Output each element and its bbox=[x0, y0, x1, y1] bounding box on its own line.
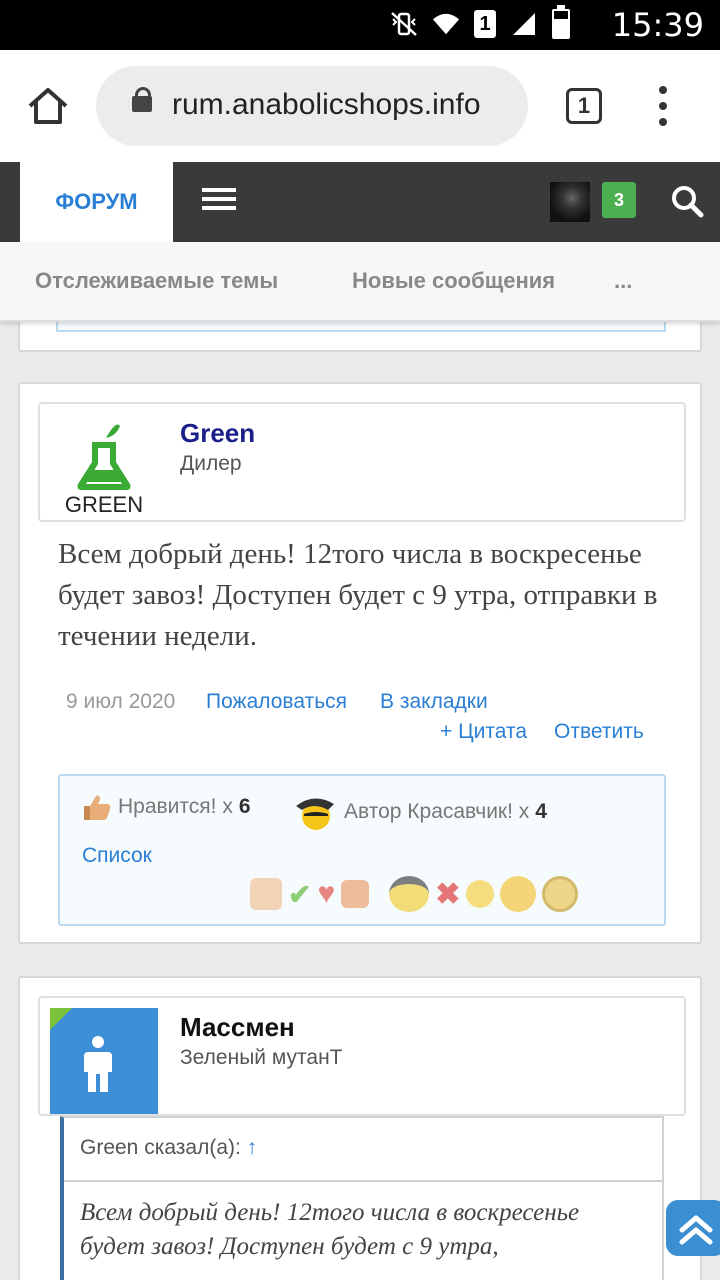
search-icon[interactable] bbox=[670, 184, 704, 218]
quote-source-link[interactable]: ↑ bbox=[247, 1136, 258, 1159]
subnav-new-posts[interactable]: Новые сообщения bbox=[352, 268, 555, 294]
quote-header: Green сказал(а): ↑ bbox=[64, 1118, 662, 1182]
checkmark-icon[interactable]: ✔ bbox=[288, 878, 311, 911]
author-box: GREEN Green Дилер bbox=[38, 402, 686, 522]
site-navbar: ФОРУМ 3 bbox=[0, 162, 720, 242]
author-box: Массмен Зеленый мутанТ bbox=[38, 996, 686, 1116]
avatar-logo-text: GREEN bbox=[65, 492, 143, 517]
sub-navbar: Отслеживаемые темы Новые сообщения ... bbox=[0, 242, 720, 322]
thumbs-up-icon[interactable] bbox=[250, 878, 282, 910]
author-name[interactable]: Green bbox=[180, 418, 255, 449]
cool-smiley-icon bbox=[296, 798, 334, 830]
browser-toolbar: rum.anabolicshops.info 1 bbox=[0, 50, 720, 162]
medal-icon[interactable] bbox=[542, 876, 579, 912]
quote-block: Green сказал(а): ↑ Всем добрый день! 12т… bbox=[60, 1116, 664, 1280]
author-avatar[interactable] bbox=[50, 1008, 158, 1114]
notification-badge[interactable]: 3 bbox=[602, 182, 636, 218]
status-bar: 1 15:39 bbox=[0, 0, 720, 50]
author-name[interactable]: Массмен bbox=[180, 1012, 295, 1043]
heart-icon[interactable]: ♥ bbox=[317, 877, 335, 911]
mute-vibrate-icon bbox=[390, 8, 418, 40]
reaction-author-cool[interactable]: Автор Красавчик! x4 bbox=[288, 792, 547, 832]
clock: 15:39 bbox=[611, 6, 704, 44]
post-message: Всем добрый день! 12того числа в воскрес… bbox=[58, 538, 658, 652]
overflow-menu-icon[interactable] bbox=[656, 86, 670, 126]
thumbs-down-icon[interactable] bbox=[341, 880, 370, 908]
subnav-more[interactable]: ... bbox=[614, 268, 632, 294]
hamburger-menu-icon[interactable] bbox=[202, 188, 236, 210]
tab-forum[interactable]: ФОРУМ bbox=[20, 162, 173, 242]
battery-icon bbox=[552, 5, 570, 39]
tab-switcher-button[interactable]: 1 bbox=[566, 88, 602, 124]
author-avatar[interactable]: GREEN bbox=[50, 414, 158, 520]
subnav-watched-threads[interactable]: Отслеживаемые темы bbox=[35, 268, 278, 294]
reply-link[interactable]: Ответить bbox=[554, 720, 644, 744]
home-icon[interactable] bbox=[26, 86, 70, 126]
post-green: GREEN Green Дилер Всем добрый день! 12то… bbox=[18, 382, 702, 944]
user-avatar[interactable] bbox=[550, 182, 590, 222]
report-link[interactable]: Пожаловаться bbox=[206, 690, 347, 714]
scroll-to-top-button[interactable] bbox=[666, 1200, 720, 1256]
quote-link[interactable]: + Цитата bbox=[440, 720, 527, 744]
address-bar[interactable]: rum.anabolicshops.info bbox=[96, 66, 528, 146]
post-date[interactable]: 9 июл 2020 bbox=[66, 690, 175, 714]
author-title: Дилер bbox=[180, 452, 242, 475]
lock-icon bbox=[132, 87, 152, 112]
double-chevron-up-icon bbox=[679, 1215, 713, 1245]
wifi-icon bbox=[432, 8, 460, 40]
reactions-box: Нравится! x6 Автор Красавчик! x4 Список … bbox=[58, 774, 666, 926]
thumbs-up-icon bbox=[84, 795, 111, 820]
quote-author: Green сказал(а): bbox=[80, 1136, 241, 1159]
laugh-smiley-icon[interactable] bbox=[466, 880, 495, 908]
cool-smiley-icon[interactable] bbox=[389, 876, 430, 912]
reaction-like[interactable]: Нравится! x6 bbox=[80, 792, 251, 822]
bookmark-link[interactable]: В закладки bbox=[380, 690, 488, 714]
sad-smiley-icon[interactable] bbox=[500, 876, 537, 912]
quote-text: Всем добрый день! 12того числа в воскрес… bbox=[80, 1199, 580, 1260]
reactions-list-link[interactable]: Список bbox=[82, 844, 152, 868]
cross-icon[interactable]: ✖ bbox=[435, 877, 460, 912]
post-massmen: Массмен Зеленый мутанТ Green сказал(а): … bbox=[18, 976, 702, 1280]
url-text[interactable]: rum.anabolicshops.info bbox=[172, 88, 481, 122]
reaction-picker: ✔ ♥ ✖ bbox=[250, 876, 579, 912]
author-title: Зеленый мутанТ bbox=[180, 1046, 343, 1069]
sim-icon: 1 bbox=[474, 10, 496, 38]
signal-icon bbox=[510, 8, 538, 40]
